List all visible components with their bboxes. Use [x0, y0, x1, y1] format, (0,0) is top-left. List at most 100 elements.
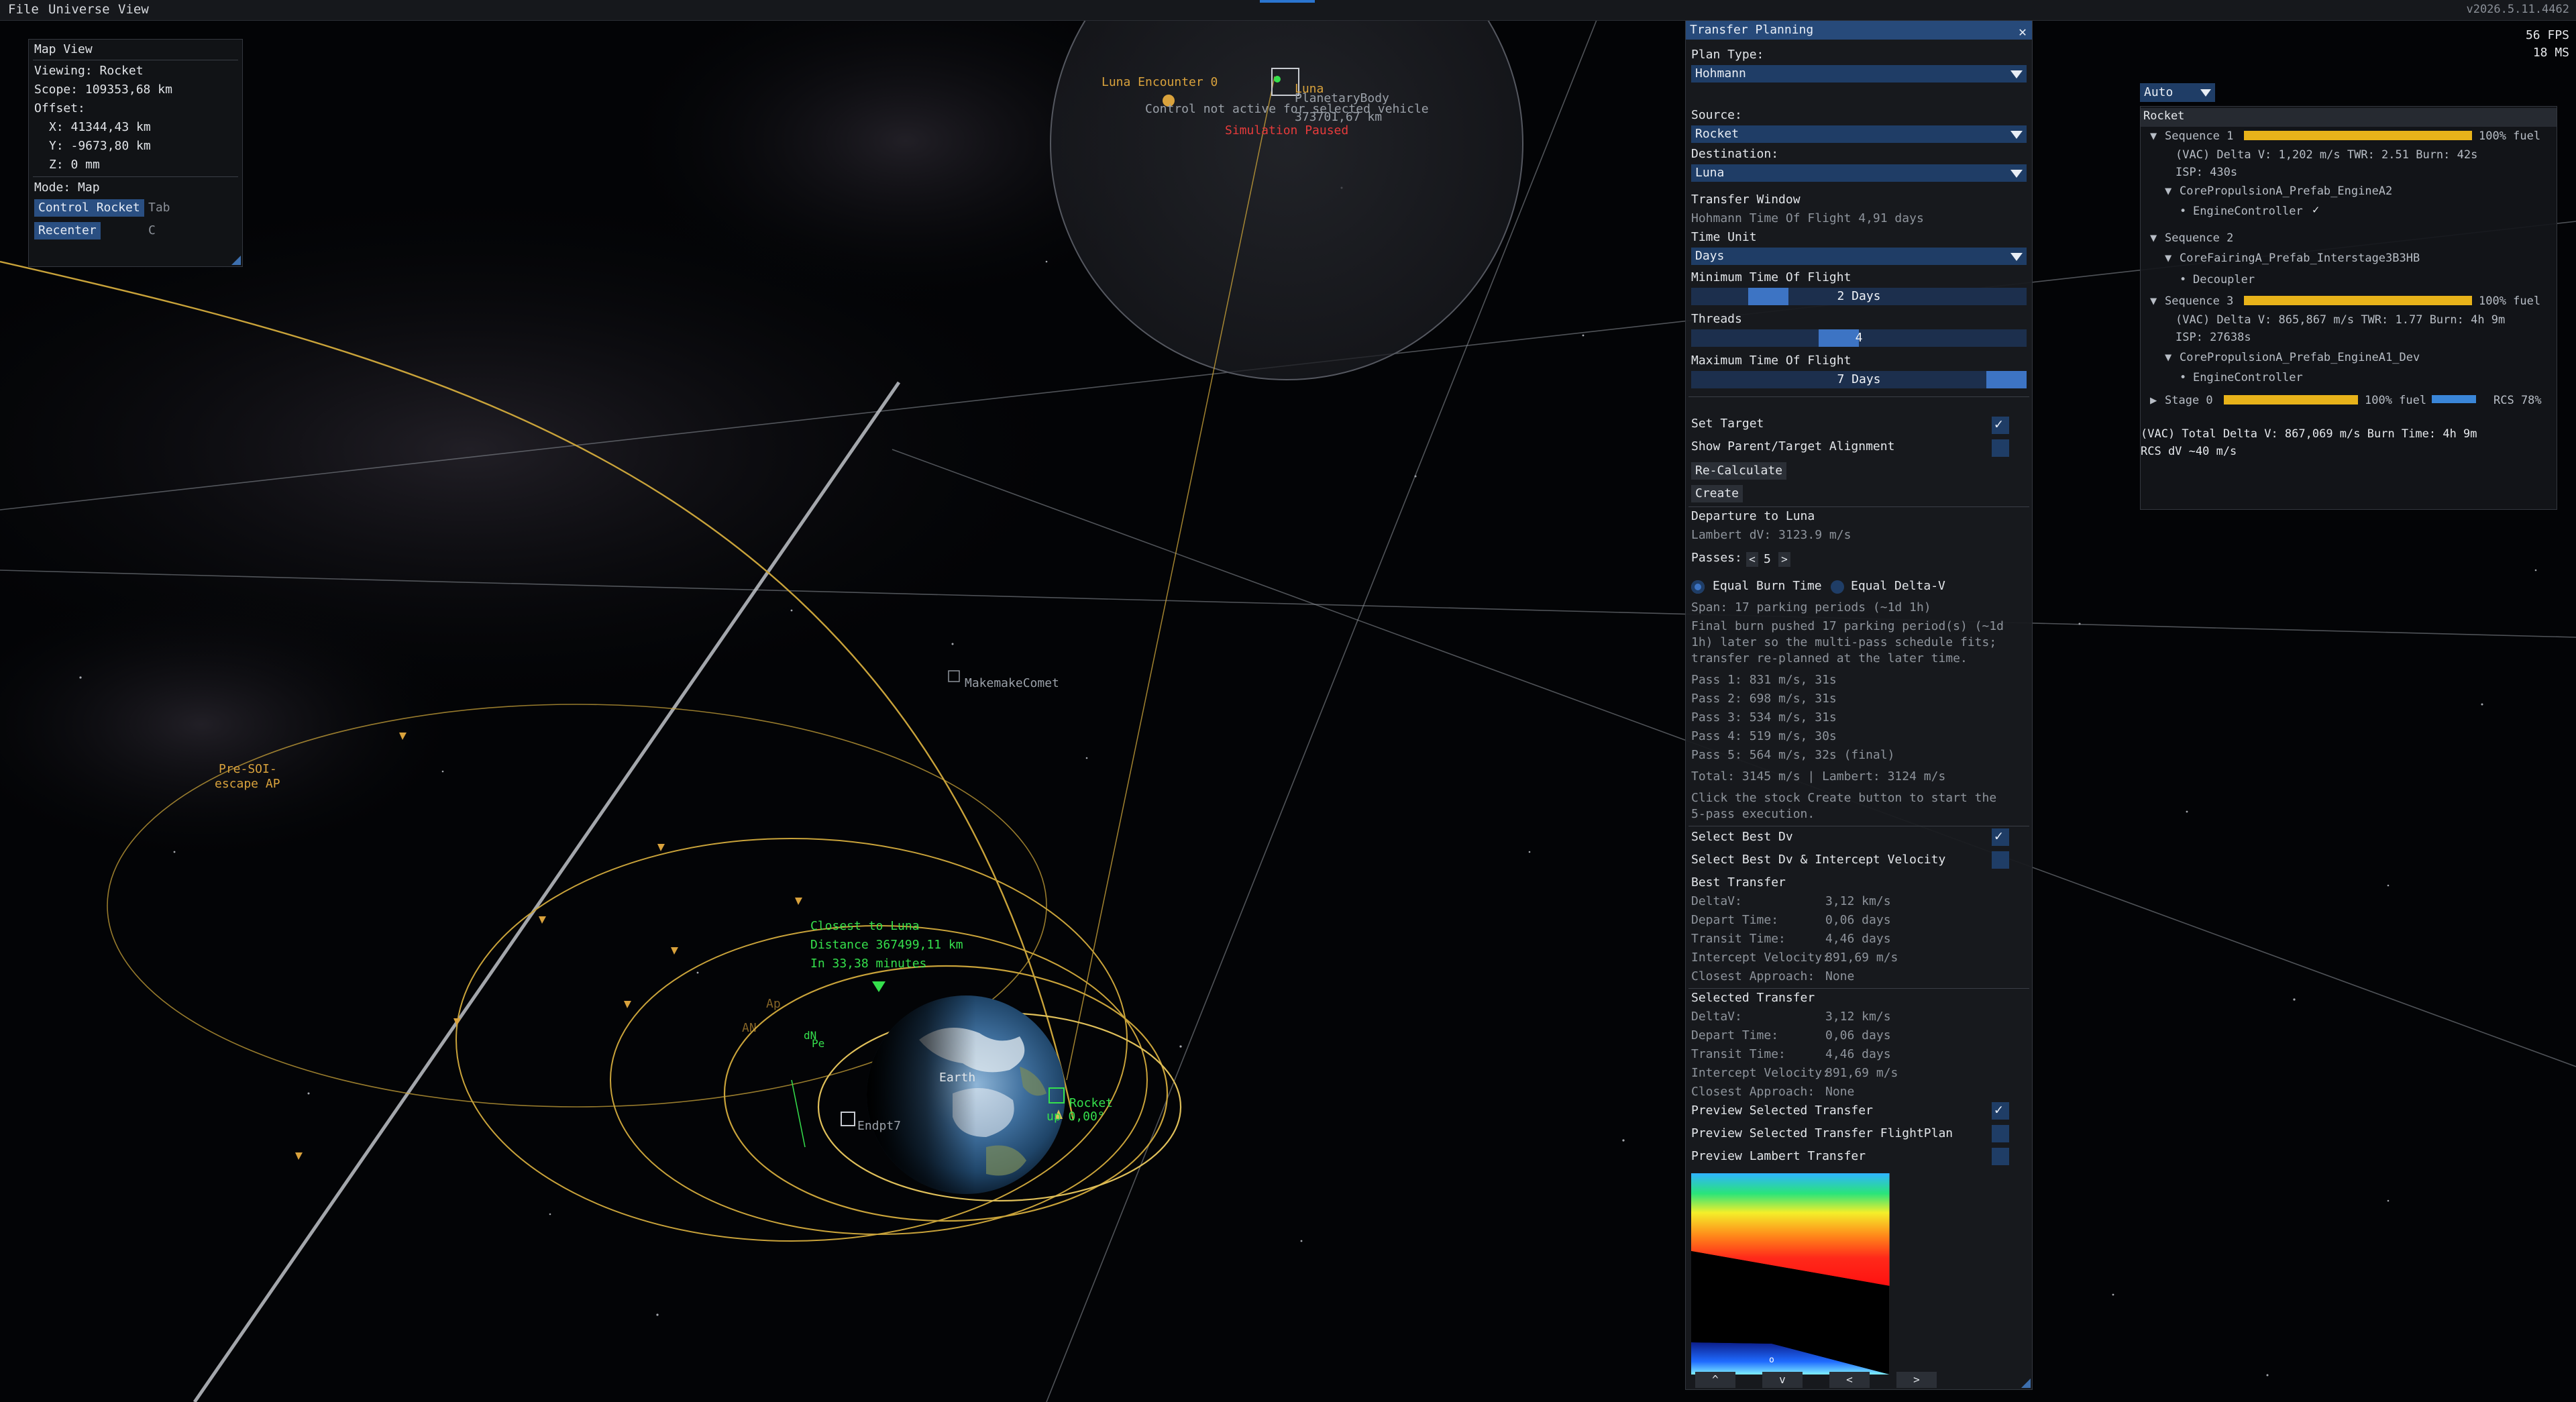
- control-not-active-label: Control not active for selected vehicle: [1145, 102, 1429, 116]
- chevron-down-icon[interactable]: ▼: [2165, 351, 2171, 364]
- sequence-3-fuel-bar: [2244, 296, 2472, 305]
- menu-file[interactable]: File: [8, 2, 39, 17]
- equal-dv-radio[interactable]: [1831, 580, 1844, 594]
- heatmap-up-button[interactable]: ^: [1695, 1372, 1735, 1388]
- passes-label: Passes:: [1691, 551, 1742, 565]
- preview-lambert-checkbox[interactable]: [1992, 1148, 2009, 1165]
- sequence-2-label[interactable]: Sequence 2: [2165, 231, 2233, 245]
- viewing-label: Viewing: Rocket: [34, 64, 144, 78]
- checkmark-icon: ✓: [2312, 203, 2320, 217]
- chevron-down-icon[interactable]: ▼: [2150, 231, 2157, 245]
- final-burn-line-1: Final burn pushed 17 parking period(s) (…: [1691, 619, 2004, 633]
- luna-distance-label: 373701,67 km: [1295, 110, 1383, 124]
- resize-grip[interactable]: [2021, 1379, 2031, 1388]
- sel-closest-key: Closest Approach:: [1691, 1085, 1815, 1099]
- engine-controller-2[interactable]: EngineController: [2193, 371, 2303, 384]
- pass-5: Pass 5: 564 m/s, 32s (final): [1691, 748, 1895, 762]
- time-unit-value: Days: [1695, 249, 1725, 263]
- engine-a2-label[interactable]: CorePropulsionA_Prefab_EngineA2: [2180, 184, 2392, 198]
- sel-closest-value: None: [1825, 1085, 1855, 1099]
- staging-mode-dropdown[interactable]: Auto: [2140, 83, 2215, 102]
- click-hint-line-1: Click the stock Create button to start t…: [1691, 791, 1997, 805]
- sel-transit-key: Transit Time:: [1691, 1047, 1786, 1061]
- min-tof-slider[interactable]: 2 Days: [1691, 288, 2027, 305]
- simulation-paused-label: Simulation Paused: [1225, 123, 1349, 138]
- passes-value: 5: [1764, 552, 1771, 566]
- source-label: Source:: [1691, 108, 1742, 122]
- porkchop-heatmap[interactable]: o: [1691, 1173, 1890, 1374]
- recalculate-button[interactable]: Re-Calculate: [1691, 462, 1787, 480]
- chevron-down-icon[interactable]: ▼: [2165, 184, 2171, 198]
- offset-x: X: 41344,43 km: [49, 120, 151, 134]
- chevron-down-icon[interactable]: ▼: [2150, 294, 2157, 308]
- menu-universe[interactable]: Universe: [48, 2, 110, 17]
- threads-slider[interactable]: 4: [1691, 329, 2027, 347]
- closest-luna-label: Closest to Luna: [810, 919, 920, 933]
- heatmap-down-button[interactable]: v: [1762, 1372, 1803, 1388]
- chevron-down-icon: [2010, 70, 2023, 78]
- equal-burn-radio[interactable]: [1691, 580, 1705, 594]
- preview-selected-checkbox[interactable]: [1992, 1101, 2009, 1120]
- makemake-label[interactable]: MakemakeComet: [965, 676, 1059, 690]
- passes-decrement-button[interactable]: <: [1746, 552, 1758, 567]
- heatmap-right-button[interactable]: >: [1896, 1372, 1937, 1388]
- offset-label: Offset:: [34, 101, 85, 115]
- offset-y: Y: -9673,80 km: [49, 139, 151, 153]
- decoupler-label[interactable]: Decoupler: [2193, 273, 2255, 286]
- fairing-label[interactable]: CoreFairingA_Prefab_Interstage3B3HB: [2180, 252, 2420, 265]
- rocket-label[interactable]: Rocket: [1069, 1096, 1113, 1110]
- recenter-button[interactable]: Recenter: [34, 222, 101, 239]
- close-icon[interactable]: ✕: [2019, 22, 2027, 41]
- max-tof-slider[interactable]: 7 Days: [1691, 371, 2027, 388]
- resize-grip[interactable]: [231, 256, 241, 265]
- stage-0-fuel-label: 100% fuel: [2365, 394, 2427, 407]
- best-closest-value: None: [1825, 969, 1855, 983]
- passes-increment-button[interactable]: >: [1778, 552, 1790, 567]
- select-best-dv-iv-checkbox[interactable]: [1992, 851, 2009, 869]
- set-target-checkbox[interactable]: [1992, 416, 2009, 434]
- stage-0-label[interactable]: Stage 0: [2165, 394, 2213, 407]
- sel-deltav-key: DeltaV:: [1691, 1010, 1742, 1024]
- chevron-down-icon[interactable]: ▼: [2165, 252, 2171, 265]
- chevron-right-icon[interactable]: ▶: [2150, 394, 2157, 407]
- selected-transfer-heading: Selected Transfer: [1691, 991, 1815, 1005]
- earth-label[interactable]: Earth: [939, 1071, 975, 1085]
- control-rocket-button[interactable]: Control Rocket: [34, 199, 144, 217]
- destination-dropdown[interactable]: Luna: [1691, 164, 2027, 182]
- sequence-1-isp: ISP: 430s: [2176, 166, 2238, 179]
- select-best-dv-checkbox[interactable]: [1992, 828, 2009, 846]
- engine-controller-1[interactable]: EngineController: [2193, 205, 2303, 218]
- sequence-3-label[interactable]: Sequence 3: [2165, 294, 2233, 308]
- sequence-1-label[interactable]: Sequence 1: [2165, 129, 2233, 143]
- source-dropdown[interactable]: Rocket: [1691, 125, 2027, 143]
- heatmap-marker: o: [1769, 1355, 1774, 1365]
- min-tof-label: Minimum Time Of Flight: [1691, 270, 1851, 284]
- engine-a1-label[interactable]: CorePropulsionA_Prefab_EngineA1_Dev: [2180, 351, 2420, 364]
- heatmap-left-button[interactable]: <: [1829, 1372, 1870, 1388]
- max-tof-value: 7 Days: [1837, 372, 1881, 386]
- max-tof-label: Maximum Time Of Flight: [1691, 354, 1851, 368]
- divider: [1688, 506, 2029, 507]
- chevron-down-icon[interactable]: ▼: [2150, 129, 2157, 143]
- scope-label: Scope: 109353,68 km: [34, 83, 172, 97]
- luna-encounter-label: Luna Encounter 0: [1102, 75, 1218, 89]
- preview-flightplan-checkbox[interactable]: [1992, 1125, 2009, 1142]
- rcs-delta-v: RCS dV ~40 m/s: [2141, 445, 2237, 458]
- pass-1: Pass 1: 831 m/s, 31s: [1691, 673, 1837, 687]
- show-alignment-checkbox[interactable]: [1992, 439, 2009, 457]
- final-burn-line-2: 1h) later so the multi-pass schedule fit…: [1691, 635, 1997, 649]
- menu-view[interactable]: View: [118, 2, 149, 17]
- create-button[interactable]: Create: [1691, 485, 1743, 502]
- vehicle-name[interactable]: Rocket: [2143, 109, 2184, 123]
- time-unit-dropdown[interactable]: Days: [1691, 248, 2027, 265]
- recenter-key: C: [148, 223, 156, 237]
- control-rocket-key: Tab: [148, 201, 170, 215]
- menu-bar: File Universe View v2026.5.11.4462: [0, 0, 2576, 21]
- transfer-title-bar[interactable]: Transfer Planning ✕: [1686, 21, 2032, 40]
- pre-soi-label: Pre-SOI-: [219, 762, 277, 776]
- plan-type-dropdown[interactable]: Hohmann: [1691, 65, 2027, 83]
- best-deltav-value: 3,12 km/s: [1825, 894, 1891, 908]
- offset-z: Z: 0 mm: [49, 158, 100, 172]
- version-label: v2026.5.11.4462: [2466, 3, 2569, 16]
- select-best-dv-label: Select Best Dv: [1691, 830, 1793, 844]
